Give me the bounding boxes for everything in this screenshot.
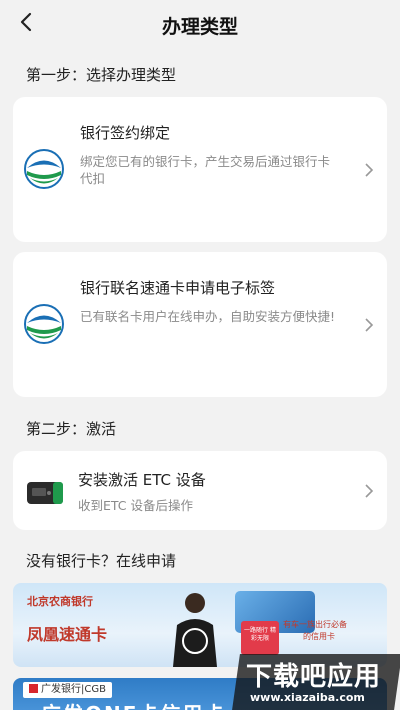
chevron-right-icon <box>365 484 374 498</box>
watermark-url: www.xiazaiba.com <box>250 691 365 704</box>
banner-headline: 广发ONE卡信用卡 <box>41 698 226 710</box>
chevron-right-icon <box>365 318 374 332</box>
card-title: 银行联名速通卡申请电子标签 <box>80 279 276 297</box>
banner-slogan-sub: 的信用卡 <box>303 632 335 641</box>
watermark-text: 下载吧应用 <box>246 662 382 692</box>
bank-logo-icon <box>24 304 64 344</box>
nav-bar: 办理类型 <box>0 0 400 48</box>
spokesperson-image <box>173 593 217 667</box>
chevron-right-icon <box>365 163 374 177</box>
cgb-logo-icon <box>29 684 38 693</box>
apply-online-title: 没有银行卡？在线申请 <box>26 552 177 570</box>
card-description: 已有联名卡用户在线申办，自助安装方便快捷! <box>80 309 336 324</box>
card-title: 安装激活 ETC 设备 <box>78 471 206 489</box>
page-title: 办理类型 <box>161 16 238 38</box>
activate-etc-card[interactable]: 安装激活 ETC 设备 收到ETC 设备后操作 <box>13 451 387 530</box>
banner-bank-badge: 广发银行|CGB <box>23 682 112 698</box>
gift-bag-text: 一路随行 精彩无限 <box>244 627 276 642</box>
banner-slogan: 有车一族出行必备 <box>283 620 347 629</box>
banner-bank-name: 北京农商银行 <box>27 595 93 608</box>
card-description: 收到ETC 设备后操作 <box>78 498 194 513</box>
card-description: 绑定您已有的银行卡，产生交易后通过银行卡代扣 <box>80 154 331 186</box>
card-title: 银行签约绑定 <box>80 124 171 142</box>
step1-title: 第一步：选择办理类型 <box>26 66 177 84</box>
bank-logo-icon <box>24 149 64 189</box>
bank-sign-binding-card[interactable]: 银行签约绑定 绑定您已有的银行卡，产生交易后通过银行卡代扣 <box>13 97 387 242</box>
step2-title: 第二步：激活 <box>26 420 117 438</box>
cobrand-card-apply-card[interactable]: 银行联名速通卡申请电子标签 已有联名卡用户在线申办，自助安装方便快捷! <box>13 252 387 397</box>
banner-bank-name: 广发银行|CGB <box>41 684 106 695</box>
banner-card-name: 凤凰速通卡 <box>27 625 108 644</box>
etc-device-icon <box>27 482 63 504</box>
